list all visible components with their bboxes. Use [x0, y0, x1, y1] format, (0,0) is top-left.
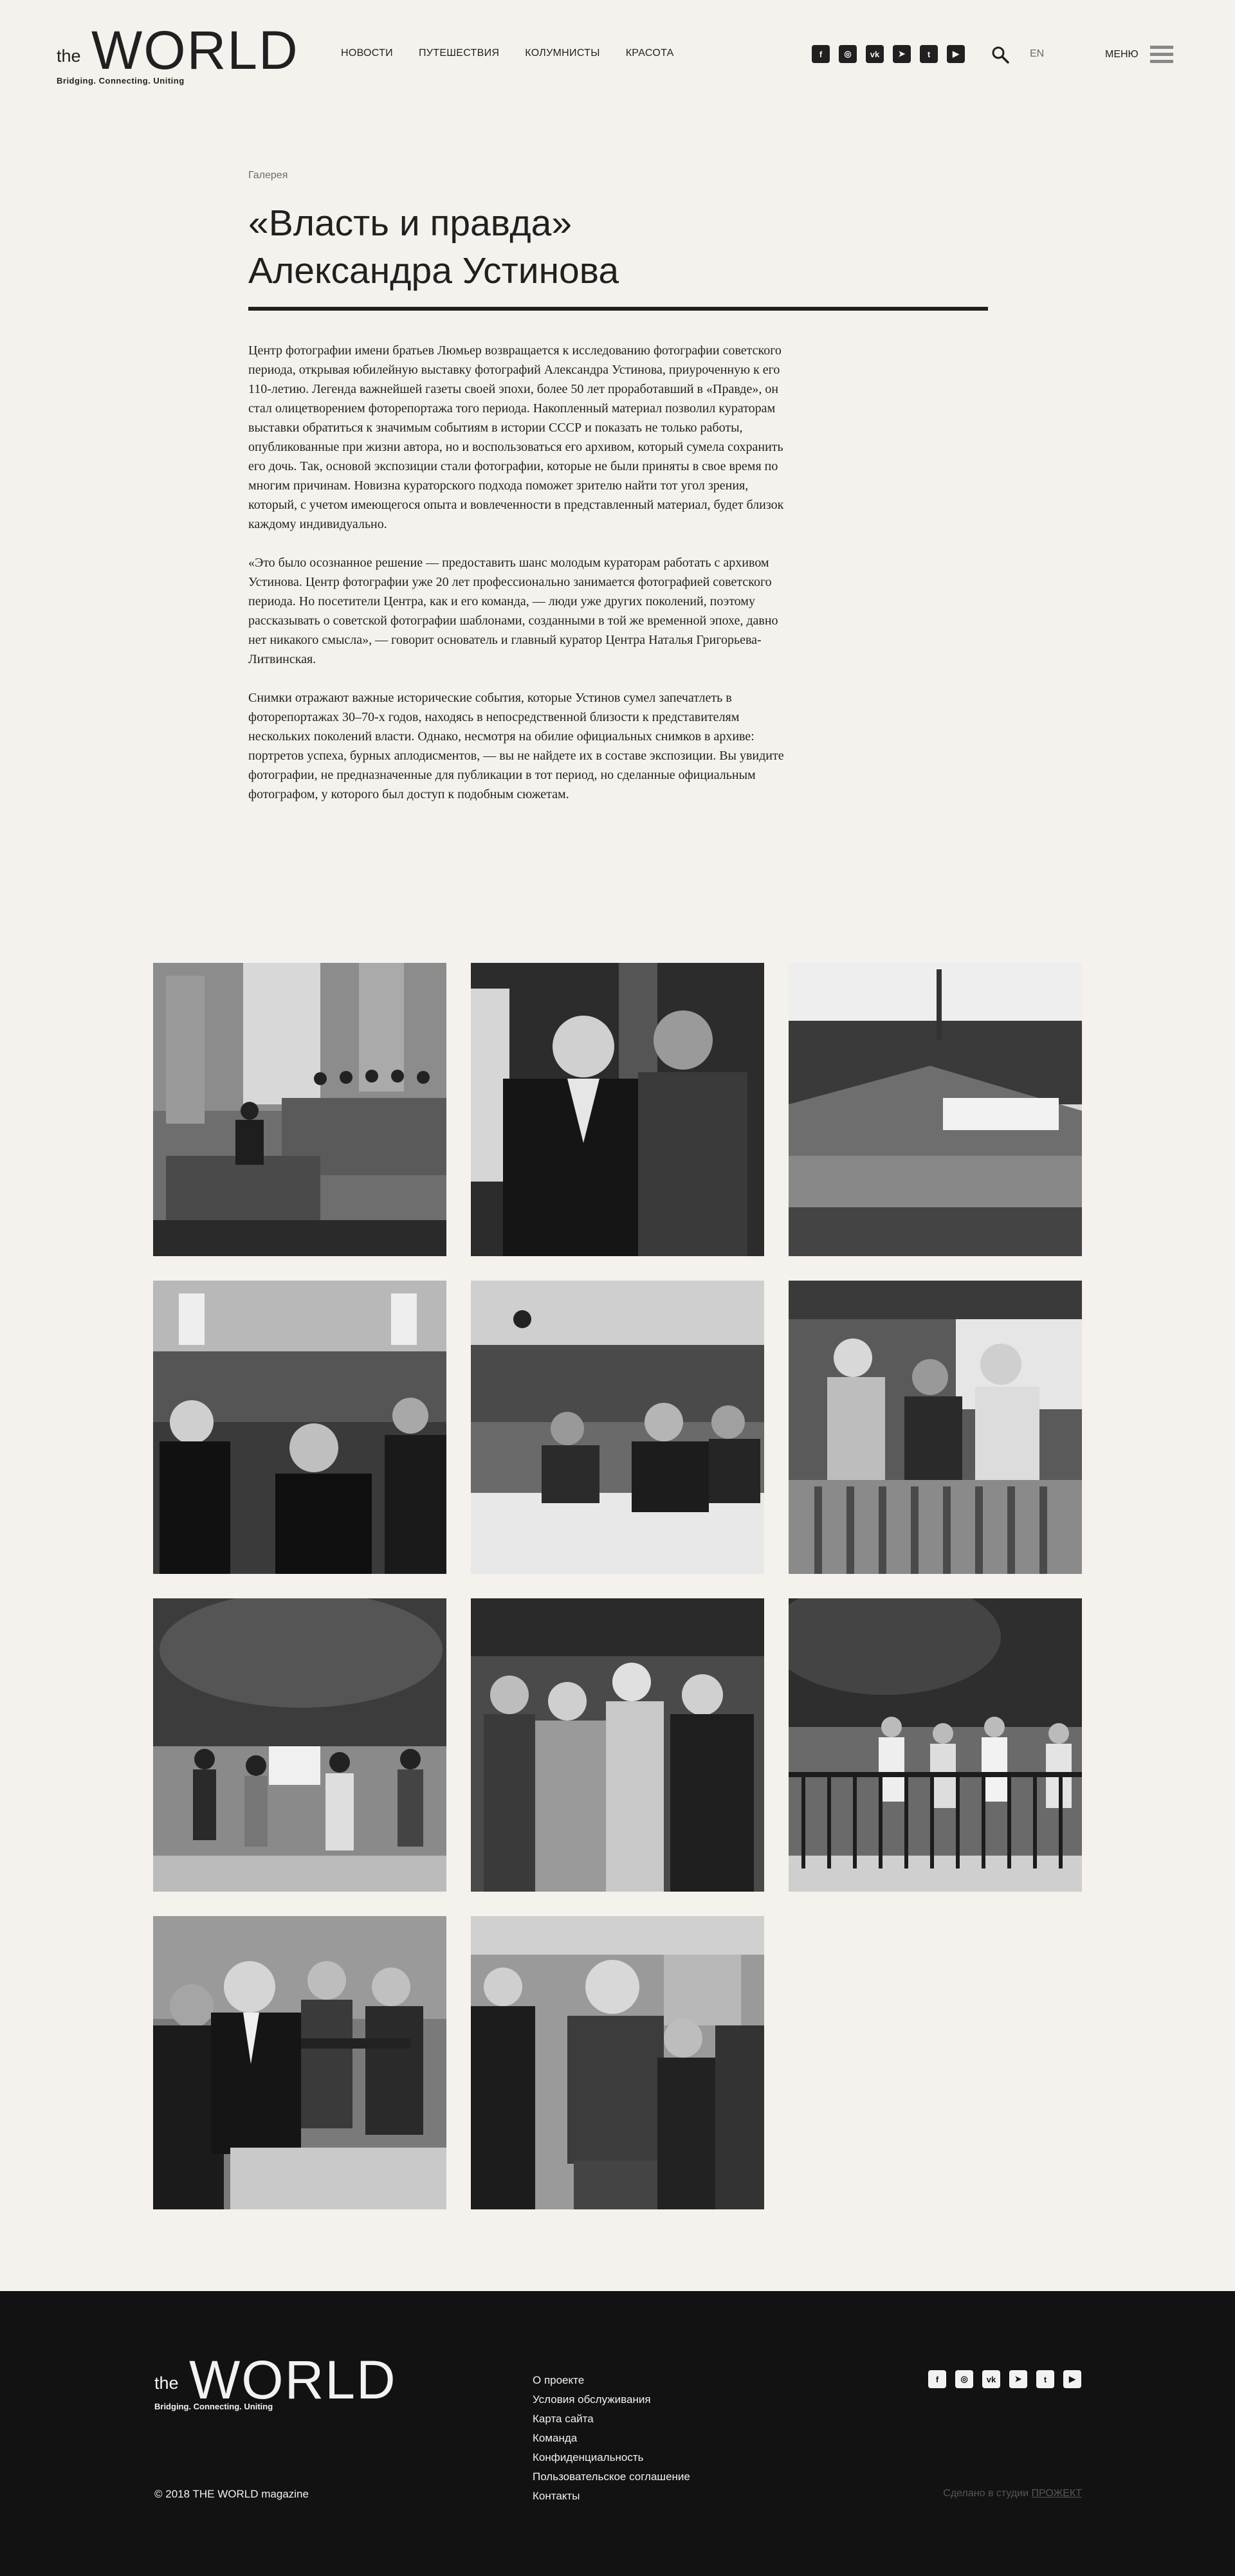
footer-logo-the: the: [154, 2373, 179, 2393]
twitter-icon[interactable]: t: [1036, 2370, 1054, 2388]
nav-travel[interactable]: Путешествия: [419, 48, 499, 59]
gallery-photo[interactable]: [153, 963, 446, 1256]
vk-icon[interactable]: vk: [982, 2370, 1000, 2388]
instagram-icon[interactable]: ◎: [839, 45, 857, 63]
gallery-photo[interactable]: [789, 1598, 1082, 1892]
gallery-photo[interactable]: [153, 1916, 446, 2209]
gallery-photo[interactable]: [471, 963, 764, 1256]
gallery-photo[interactable]: [789, 963, 1082, 1256]
footer-link-terms[interactable]: Условия обслуживания: [533, 2390, 690, 2409]
youtube-icon[interactable]: ▶: [1063, 2370, 1081, 2388]
copyright: © 2018 THE WORLD magazine: [154, 2488, 309, 2500]
nav-news[interactable]: Новости: [341, 48, 393, 59]
telegram-icon[interactable]: ➤: [1009, 2370, 1027, 2388]
gallery-photo[interactable]: [471, 1916, 764, 2209]
article-rubric[interactable]: Галерея: [248, 170, 288, 181]
youtube-icon[interactable]: ▶: [947, 45, 965, 63]
logo-word: WORLD: [91, 20, 299, 80]
footer-logo-tagline: Bridging. Connecting. Uniting: [154, 2402, 273, 2411]
site-logo[interactable]: the WORLD Bridging. Connecting. Uniting: [57, 23, 298, 94]
twitter-icon[interactable]: t: [920, 45, 938, 63]
gallery-photo[interactable]: [471, 1598, 764, 1892]
logo-tagline: Bridging. Connecting. Uniting: [57, 76, 185, 86]
footer-link-agreement[interactable]: Пользовательское соглашение: [533, 2467, 690, 2487]
title-line-1: «Власть и правда»: [248, 203, 572, 244]
title-line-2: Александра Устинова: [248, 250, 619, 291]
vk-icon[interactable]: vk: [866, 45, 884, 63]
site-footer: the WORLD Bridging. Connecting. Uniting …: [0, 2291, 1235, 2576]
gallery-photo[interactable]: [471, 1281, 764, 1574]
title-divider: [248, 307, 988, 311]
photo-gallery: [153, 963, 1082, 2209]
instagram-icon[interactable]: ◎: [955, 2370, 973, 2388]
footer-link-sitemap[interactable]: Карта сайта: [533, 2409, 690, 2429]
studio-link[interactable]: ПРОЖЕКТ: [1032, 2488, 1082, 2499]
footer-link-privacy[interactable]: Конфиденциальность: [533, 2448, 690, 2467]
telegram-icon[interactable]: ➤: [893, 45, 911, 63]
language-switch[interactable]: EN: [1030, 48, 1044, 60]
footer-logo[interactable]: the WORLD Bridging. Connecting. Uniting: [154, 2349, 396, 2420]
facebook-icon[interactable]: f: [812, 45, 830, 63]
footer-link-about[interactable]: О проекте: [533, 2371, 690, 2390]
article-body: Центр фотографии имени братьев Люмьер во…: [248, 341, 795, 823]
article-title: «Власть и правда» Александра Устинова: [248, 199, 988, 295]
main-nav: Новости Путешествия Колумнисты Красота: [341, 48, 700, 59]
facebook-icon[interactable]: f: [928, 2370, 946, 2388]
article-paragraph: Снимки отражают важные исторические собы…: [248, 691, 784, 801]
hamburger-icon: [1149, 46, 1173, 64]
menu-label: Меню: [1105, 49, 1139, 60]
site-header: the WORLD Bridging. Connecting. Uniting …: [0, 0, 1235, 113]
nav-beauty[interactable]: Красота: [626, 48, 674, 59]
nav-columnists[interactable]: Колумнисты: [525, 48, 599, 59]
search-icon[interactable]: [991, 45, 1010, 64]
studio-credit: Сделано в студии ПРОЖЕКТ: [943, 2488, 1082, 2499]
footer-social: f ◎ vk ➤ t ▶: [928, 2370, 1081, 2388]
logo-the: the: [57, 46, 81, 66]
footer-link-contacts[interactable]: Контакты: [533, 2487, 690, 2506]
footer-link-team[interactable]: Команда: [533, 2429, 690, 2448]
gallery-photo[interactable]: [789, 1281, 1082, 1574]
menu-button[interactable]: Меню: [1105, 44, 1177, 66]
article-paragraph: «Это было осознанное решение — предостав…: [248, 556, 778, 666]
article-paragraph: Центр фотографии имени братьев Люмьер во…: [248, 343, 784, 531]
gallery-photo[interactable]: [153, 1281, 446, 1574]
header-social: f ◎ vk ➤ t ▶: [812, 45, 965, 63]
gallery-photo[interactable]: [153, 1598, 446, 1892]
footer-links: О проекте Условия обслуживания Карта сай…: [533, 2371, 690, 2506]
studio-text: Сделано в студии: [943, 2488, 1029, 2499]
